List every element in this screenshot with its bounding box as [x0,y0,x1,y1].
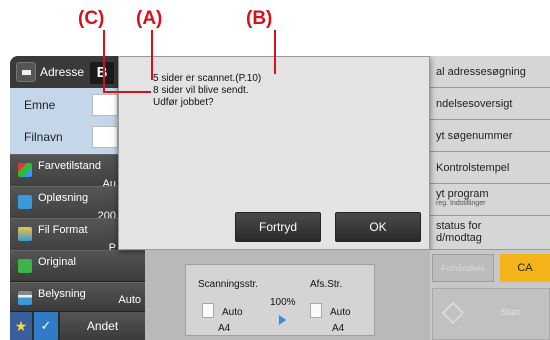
verification-stamp-button[interactable]: Kontrolstempel [430,152,550,184]
resolution-icon [18,195,32,209]
exposure-value: Auto [118,294,141,306]
preview-button[interactable]: Forhåndsvis [432,254,494,282]
ok-button[interactable]: OK [335,212,421,242]
scan-paper-value: A4 [218,323,231,334]
ratio-value: 100% [270,297,296,308]
message-pages-to-send: 8 sider vil blive sendt. [153,85,249,96]
original-button[interactable]: Original [10,250,145,282]
program-label: yt program [436,188,489,200]
callout-a: (A) [136,8,163,29]
color-mode-label: Farvetilstand [38,160,101,172]
subject-field[interactable] [92,94,118,116]
sending-history-label: ndelsesoversigt [436,98,513,110]
file-format-icon [18,227,32,241]
callout-c: (C) [78,8,105,29]
callout-c-leader [103,30,105,92]
other-button[interactable]: Andet [60,312,145,340]
start-button[interactable]: Start [432,288,550,340]
send-receive-status-button[interactable]: status for d/modtag [430,216,550,250]
star-icon[interactable]: ★ [10,312,32,340]
send-size-label: Afs.Str. [310,279,343,290]
callout-c-leader-horizontal [103,91,151,93]
verification-stamp-label: Kontrolstempel [436,162,510,174]
confirm-dialog: 5 sider er scannet.(P.10) 8 sider vil bl… [118,56,430,250]
callout-b: (B) [246,8,273,29]
filename-label: Filnavn [24,130,63,144]
program-button[interactable]: yt program reg. Indstillinger [430,184,550,216]
arrow-right-icon [279,315,286,325]
tab-address[interactable]: Adresse [40,65,84,79]
scan-document-icon [202,303,214,318]
clear-all-button[interactable]: CA [500,254,550,282]
original-icon [18,259,32,273]
sending-history-button[interactable]: ndelsesoversigt [430,88,550,120]
scan-mode-value: Auto [222,307,243,318]
filename-field[interactable] [92,126,118,148]
color-mode-icon [18,163,32,177]
subject-row: Emne [10,90,120,120]
tab-dark[interactable]: B [90,62,114,84]
file-format-label: Fil Format [38,224,88,236]
subject-filename-area: Emne Filnavn [10,88,120,154]
preview-area: Scanningsstr. Afs.Str. 100% Auto A4 Auto… [145,250,430,340]
check-icon[interactable]: ✓ [34,312,58,340]
settings-summary: Scanningsstr. Afs.Str. 100% Auto A4 Auto… [185,264,375,336]
send-document-icon [310,303,322,318]
filename-row: Filnavn [10,122,120,152]
search-number-label: yt søgenummer [436,130,513,142]
start-label: Start [501,307,521,317]
global-address-search-label: al adressesøgning [436,66,526,78]
search-number-button[interactable]: yt søgenummer [430,120,550,152]
send-mode-value: Auto [330,307,351,318]
start-diamond-icon [441,301,465,325]
exposure-label: Belysning [38,288,86,300]
address-book-icon[interactable] [16,62,36,82]
subject-label: Emne [24,98,56,112]
resolution-label: Opløsning [38,192,89,204]
send-receive-status-label: status for [436,220,482,232]
original-label: Original [38,256,76,268]
bottom-row: ★ ✓ Andet [10,312,145,340]
callout-b-leader [274,30,276,74]
global-address-search-button[interactable]: al adressesøgning [430,56,550,88]
callout-a-leader [151,30,153,80]
send-receive-status-label-2: d/modtag [436,232,482,244]
device-panel: Adresse B Emne Filnavn Farvetilstand Au … [10,56,550,340]
send-paper-value: A4 [332,323,345,334]
program-sub-label: reg. Indstillinger [436,200,486,207]
exposure-button[interactable]: Belysning Auto [10,282,145,312]
cancel-button[interactable]: Fortryd [235,212,321,242]
exposure-icon [18,291,32,305]
scan-size-label: Scanningsstr. [198,279,259,290]
message-pages-scanned: 5 sider er scannet.(P.10) [153,73,262,84]
message-execute-job: Udfør jobbet? [153,97,214,108]
action-area: Forhåndsvis CA Start [430,250,550,340]
